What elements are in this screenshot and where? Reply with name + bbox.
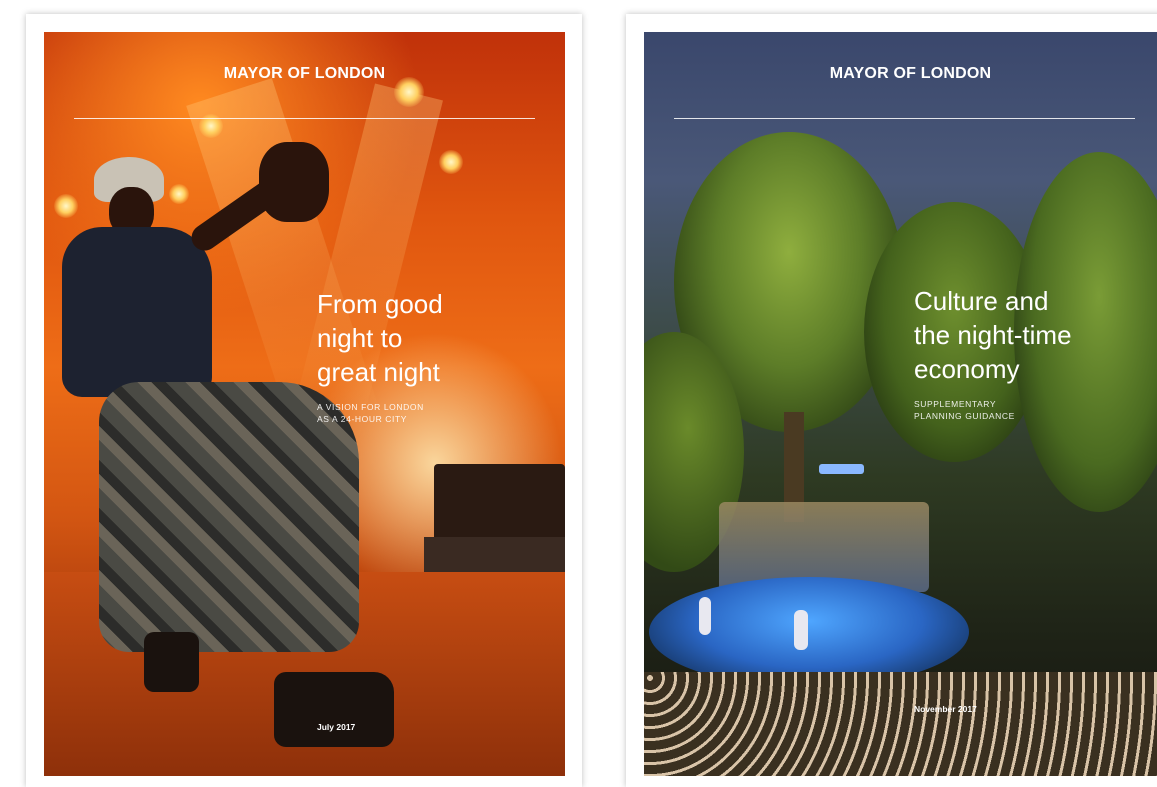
masthead-rule <box>74 118 535 119</box>
stage-lights-rig <box>819 464 864 474</box>
cover-date: July 2017 <box>317 722 356 732</box>
cover-subtitle-line: SUPPLEMENTARY <box>914 399 997 409</box>
performer-hand <box>259 142 329 222</box>
cover-title-line: the night-time <box>914 320 1072 350</box>
cover-title: Culture and the night-time economy <box>914 284 1154 386</box>
actor <box>794 610 808 650</box>
cover-title-line: great night <box>317 357 440 387</box>
masthead: MAYOR OF LONDON <box>829 65 992 82</box>
audience <box>644 672 1157 776</box>
performer-torso <box>62 227 212 397</box>
cover-culture-and-night-time-economy[interactable]: MAYOR OF LONDON Culture and the night-ti… <box>644 32 1157 776</box>
cover-subtitle-line: PLANNING GUIDANCE <box>914 411 1015 421</box>
cover-subtitle: SUPPLEMENTARY PLANNING GUIDANCE <box>914 398 1015 422</box>
cover-subtitle-line: AS A 24-HOUR CITY <box>317 414 408 424</box>
cover-subtitle: A VISION FOR LONDON AS A 24-HOUR CITY <box>317 401 424 425</box>
performer-boot <box>274 672 394 747</box>
cover-title-line: Culture and <box>914 286 1049 316</box>
cover-subtitle-line: A VISION FOR LONDON <box>317 402 424 412</box>
cover-title: From good night to great night <box>317 287 537 389</box>
cover-title-line: night to <box>317 323 403 353</box>
stage-light <box>439 150 463 174</box>
performer-boot <box>144 632 199 692</box>
stage-platform <box>649 577 969 687</box>
cover-title-line: economy <box>914 354 1020 384</box>
cover-good-night-to-great-night[interactable]: MAYOR OF LONDON From good night to great… <box>44 32 565 776</box>
amplifier-case <box>424 537 565 572</box>
cover-title-line: From good <box>317 289 443 319</box>
stage-light <box>54 194 78 218</box>
masthead: MAYOR OF LONDON <box>223 65 386 82</box>
amplifier <box>434 464 565 544</box>
actor <box>699 597 711 635</box>
masthead-rule <box>674 118 1135 119</box>
stage-light <box>169 184 189 204</box>
cover-date: November 2017 <box>914 704 977 714</box>
